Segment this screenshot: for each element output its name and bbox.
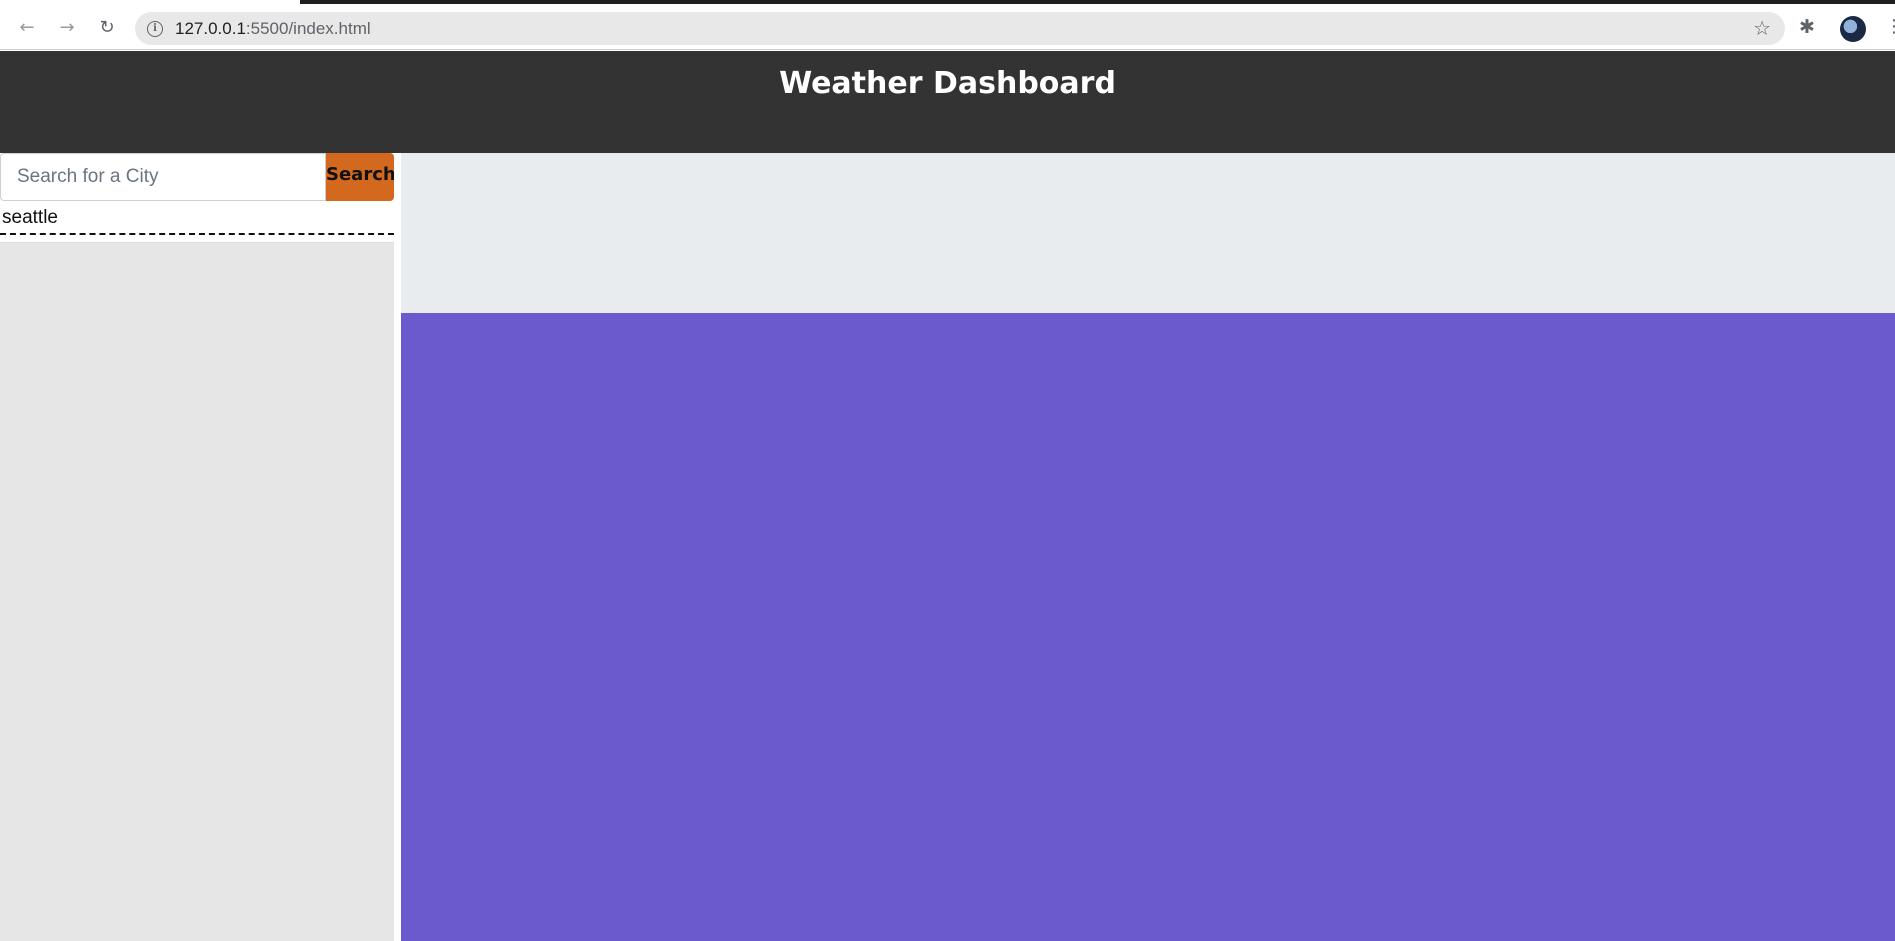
forecast-panel: [401, 313, 1895, 941]
star-icon[interactable]: ☆: [1753, 16, 1771, 40]
search-button[interactable]: Search: [326, 153, 396, 201]
kebab-menu-icon[interactable]: ⋮: [1885, 16, 1895, 37]
column-gutter: [394, 153, 401, 941]
city-search-input[interactable]: [0, 153, 326, 201]
history-item-seattle[interactable]: seattle: [0, 201, 394, 235]
page-title: Weather Dashboard: [779, 66, 1116, 101]
sidebar: Search seattle: [0, 153, 396, 941]
reload-icon[interactable]: ↻: [94, 14, 120, 40]
current-weather-panel: [401, 153, 1895, 313]
url-path: :5500/index.html: [245, 18, 371, 38]
address-bar[interactable]: i 127.0.0.1:5500/index.html ☆: [135, 12, 1785, 45]
browser-toolbar: ← → ↻ i 127.0.0.1:5500/index.html ☆ ✱ ⋮: [0, 4, 1895, 50]
forward-arrow-icon[interactable]: →: [54, 14, 80, 40]
info-icon[interactable]: i: [147, 20, 163, 37]
back-arrow-icon[interactable]: ←: [14, 14, 40, 40]
page-header: Weather Dashboard: [0, 51, 1895, 153]
url-host: 127.0.0.1: [175, 18, 246, 38]
search-history-list: seattle: [0, 201, 394, 243]
search-form: Search: [0, 153, 396, 201]
avatar[interactable]: [1840, 16, 1866, 42]
puzzle-icon[interactable]: ✱: [1799, 16, 1815, 38]
